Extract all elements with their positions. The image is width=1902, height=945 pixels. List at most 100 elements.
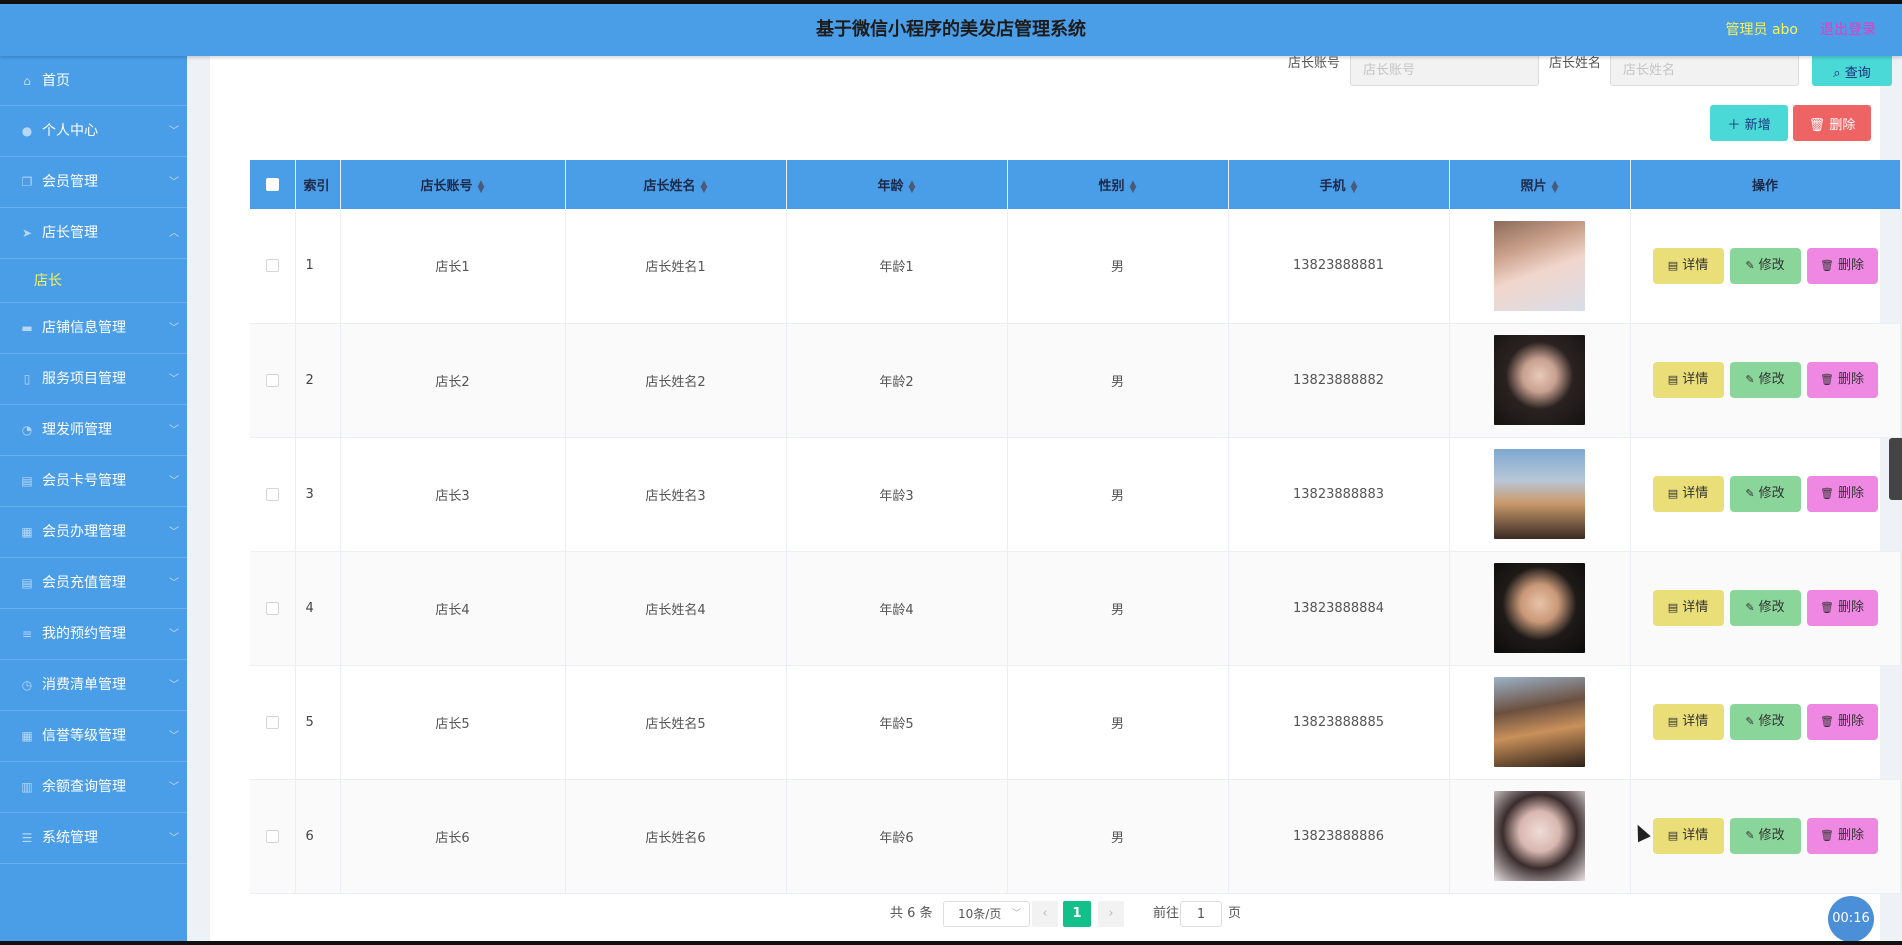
sidebar-item-label: 会员充值管理 (42, 575, 126, 591)
detail-button[interactable]: ▤ 详情 (1652, 247, 1724, 284)
sidebar-item-consumption[interactable]: ◷ 消费清单管理 ﹀ (0, 660, 187, 711)
chevron-down-icon: ﹀ (169, 126, 179, 137)
account-cell: 店长5 (340, 665, 566, 780)
row-checkbox[interactable] (265, 259, 279, 273)
chevron-down-icon: ﹀ (169, 782, 179, 793)
select-all-checkbox[interactable] (265, 178, 279, 191)
sidebar-item-label: 店铺信息管理 (42, 320, 126, 336)
logout-link[interactable]: 退出登录 (1820, 4, 1876, 56)
sidebar-item-members[interactable]: ❐ 会员管理 ﹀ (0, 157, 187, 208)
account-search-input[interactable] (1350, 56, 1539, 86)
detail-button[interactable]: ▤ 详情 (1652, 818, 1724, 854)
chat-icon: ▬ (21, 321, 33, 335)
add-button-label: 新增 (1744, 117, 1771, 133)
name-search-input[interactable] (1610, 56, 1799, 86)
sidebar-item-system[interactable]: ☰ 系统管理 ﹀ (0, 813, 187, 864)
manager-photo[interactable] (1494, 335, 1585, 425)
select-all-header[interactable] (250, 160, 296, 209)
delete-button[interactable]: 🗑 删除 (1806, 704, 1878, 740)
edit-button[interactable]: ✎ 修改 (1729, 247, 1801, 284)
delete-label: 删除 (1837, 714, 1864, 729)
page-number-current[interactable]: 1 (1063, 901, 1091, 927)
gender-cell: 男 (1007, 437, 1229, 552)
side-drawer-handle[interactable] (1889, 438, 1902, 500)
column-header[interactable]: 店长姓名 ▲ ▼ (565, 160, 787, 209)
age-cell: 年龄3 (786, 437, 1008, 552)
sidebar-item-recharge[interactable]: ▤ 会员充值管理 ﹀ (0, 558, 187, 609)
sidebar-item-profile[interactable]: ● 个人中心 ﹀ (0, 106, 187, 157)
account-label: 店长账号 (1288, 56, 1341, 71)
batch-delete-button[interactable]: 🗑 删除 (1793, 105, 1871, 141)
edit-label: 修改 (1758, 828, 1785, 843)
delete-button[interactable]: 🗑 删除 (1806, 362, 1878, 398)
document-icon: ▤ (1667, 601, 1679, 614)
name-cell: 店长姓名1 (565, 209, 787, 324)
column-header[interactable]: 手机 ▲ ▼ (1228, 160, 1450, 209)
sort-icon[interactable]: ▲ ▼ (1351, 179, 1358, 194)
delete-label: 删除 (1837, 257, 1864, 273)
manager-photo[interactable] (1494, 220, 1585, 311)
sidebar-item-label: 系统管理 (42, 830, 98, 846)
detail-button[interactable]: ▤ 详情 (1652, 362, 1724, 398)
bank-icon: ▥ (21, 780, 33, 794)
send-icon: ➤ (21, 226, 33, 240)
delete-button[interactable]: 🗑 删除 (1806, 476, 1878, 512)
edit-button[interactable]: ✎ 修改 (1729, 704, 1801, 740)
manager-photo[interactable] (1494, 677, 1585, 767)
app-window: 基于微信小程序的美发店管理系统 管理员 abo 退出登录 ⌂ 首页 ● 个人中心 ﹀… (0, 4, 1902, 941)
sidebar-item-shop-info[interactable]: ▬ 店铺信息管理 ﹀ (0, 303, 187, 354)
manager-photo[interactable] (1494, 563, 1585, 653)
prev-page-button[interactable]: ‹ (1032, 901, 1058, 927)
sidebar-item-balance[interactable]: ▥ 余额查询管理 ﹀ (0, 762, 187, 813)
table-row: 3 店长3 店长姓名3 年龄3 男 13823888883 ▤ 详情 ✎ 修改 🗑 删除 (250, 437, 1901, 552)
edit-button[interactable]: ✎ 修改 (1729, 818, 1801, 854)
delete-button[interactable]: 🗑 删除 (1806, 590, 1878, 626)
detail-button[interactable]: ▤ 详情 (1652, 590, 1724, 626)
next-page-button[interactable]: › (1098, 901, 1124, 927)
sidebar-item-card-numbers[interactable]: ▤ 会员卡号管理 ﹀ (0, 456, 187, 507)
detail-button[interactable]: ▤ 详情 (1652, 476, 1724, 512)
chevron-down-icon: ﹀ (169, 731, 179, 742)
sidebar-item-managers[interactable]: ➤ 店长管理 ︿ (0, 208, 187, 259)
page-size-select[interactable]: 10条/页 ﹀ (943, 901, 1030, 927)
edit-button[interactable]: ✎ 修改 (1729, 590, 1801, 626)
detail-button[interactable]: ▤ 详情 (1652, 704, 1724, 740)
edit-button[interactable]: ✎ 修改 (1729, 476, 1801, 512)
sort-icon[interactable]: ▲ ▼ (701, 179, 708, 194)
sort-icon[interactable]: ▲ ▼ (478, 179, 485, 194)
sort-icon[interactable]: ▲ ▼ (1130, 179, 1137, 194)
row-checkbox[interactable] (265, 487, 279, 501)
name-cell: 店长姓名6 (565, 779, 787, 894)
query-button[interactable]: ⌕ 查询 (1812, 56, 1892, 86)
manager-photo[interactable] (1494, 449, 1585, 539)
sidebar-item-services[interactable]: ▯ 服务项目管理 ﹀ (0, 354, 187, 405)
sidebar-item-home[interactable]: ⌂ 首页 (0, 56, 187, 106)
detail-label: 详情 (1682, 486, 1709, 501)
manager-photo[interactable] (1494, 791, 1585, 881)
trash-icon: 🗑 (1820, 373, 1834, 386)
name-cell: 店长姓名4 (565, 551, 787, 666)
column-header[interactable]: 年龄 ▲ ▼ (786, 160, 1008, 209)
delete-button[interactable]: 🗑 删除 (1806, 818, 1878, 854)
column-header[interactable]: 性别 ▲ ▼ (1007, 160, 1229, 209)
delete-button[interactable]: 🗑 删除 (1806, 247, 1878, 284)
sidebar-item-credit[interactable]: ▦ 信誉等级管理 ﹀ (0, 711, 187, 762)
column-header[interactable]: 店长账号 ▲ ▼ (340, 160, 566, 209)
sidebar-item-membership[interactable]: ▦ 会员办理管理 ﹀ (0, 507, 187, 558)
row-checkbox[interactable] (265, 601, 279, 615)
row-select-cell (250, 551, 296, 666)
add-button[interactable]: ＋ 新增 (1710, 105, 1788, 141)
sidebar-item-label: 个人中心 (42, 123, 98, 139)
goto-page-input[interactable] (1180, 901, 1222, 927)
sidebar-subitem-manager[interactable]: 店长 (0, 259, 187, 303)
timer-badge[interactable]: 00:16 (1828, 896, 1874, 941)
sort-icon[interactable]: ▲ ▼ (1552, 179, 1559, 194)
row-checkbox[interactable] (265, 829, 279, 843)
column-header[interactable]: 照片 ▲ ▼ (1449, 160, 1631, 209)
row-checkbox[interactable] (265, 373, 279, 387)
row-checkbox[interactable] (265, 715, 279, 729)
sidebar-item-appointments[interactable]: ≡ 我的预约管理 ﹀ (0, 609, 187, 660)
sort-icon[interactable]: ▲ ▼ (909, 179, 916, 194)
sidebar-item-barbers[interactable]: ◔ 理发师管理 ﹀ (0, 405, 187, 456)
edit-button[interactable]: ✎ 修改 (1729, 362, 1801, 398)
